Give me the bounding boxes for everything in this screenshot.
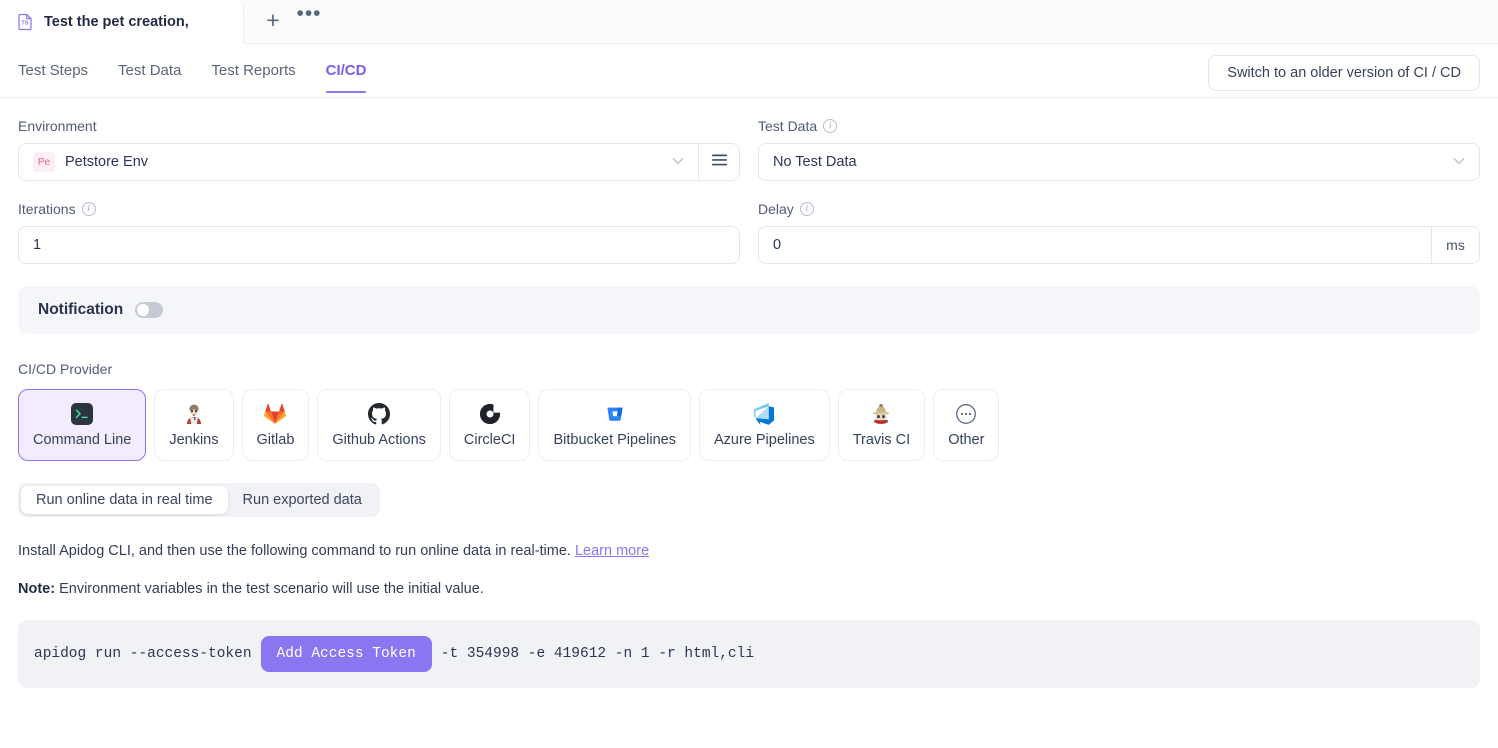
delay-input[interactable]: 0: [759, 227, 1431, 263]
row-environment-testdata: Environment Pe Petstore Env Test Data i …: [18, 98, 1480, 181]
provider-circleci[interactable]: CircleCI: [448, 389, 531, 461]
ellipsis-circle-icon: [955, 403, 977, 425]
learn-more-link[interactable]: Learn more: [575, 543, 649, 559]
browser-tab-bar: TS Test the pet creation, + •••: [0, 0, 1498, 44]
iterations-label-text: Iterations: [18, 201, 76, 217]
environment-select[interactable]: Pe Petstore Env: [18, 143, 740, 181]
environment-label: Environment: [18, 118, 740, 134]
testdata-select-display[interactable]: No Test Data: [759, 144, 1479, 180]
provider-command-line[interactable]: Command Line: [18, 389, 147, 461]
provider-label: Command Line: [33, 431, 132, 448]
cicd-provider-list: Command Line Jenkins Gitlab Github Actio…: [18, 389, 1480, 461]
azure-devops-icon: [753, 402, 775, 425]
delay-field-group: Delay i 0 ms: [758, 181, 1480, 264]
bitbucket-icon: [604, 403, 626, 425]
toggle-knob: [137, 304, 150, 316]
github-octocat-icon: [368, 402, 391, 425]
segment-run-online-realtime[interactable]: Run online data in real time: [21, 486, 228, 514]
new-tab-button[interactable]: +: [258, 5, 288, 35]
cicd-provider-label: CI/CD Provider: [18, 361, 113, 377]
provider-other[interactable]: Other: [933, 389, 1000, 461]
provider-label: CircleCI: [463, 431, 516, 448]
notification-toggle[interactable]: [135, 302, 164, 318]
ellipsis-icon: •••: [296, 1, 322, 25]
provider-jenkins[interactable]: Jenkins: [154, 389, 234, 461]
tab-more-button[interactable]: •••: [294, 1, 324, 35]
chevron-down-icon: [1453, 156, 1467, 168]
delay-input-wrap[interactable]: 0 ms: [758, 226, 1480, 264]
provider-azure-pipelines[interactable]: Azure Pipelines: [698, 389, 830, 461]
jenkins-butler-icon: [183, 403, 205, 425]
environment-value: Petstore Env: [65, 154, 149, 170]
provider-label: Jenkins: [169, 431, 219, 448]
add-access-token-button[interactable]: Add Access Token: [260, 636, 432, 672]
document-tab-title: Test the pet creation,: [44, 13, 189, 30]
info-icon[interactable]: i: [799, 202, 814, 216]
segment-run-exported-data[interactable]: Run exported data: [228, 486, 377, 514]
command-suffix: -t 354998 -e 419612 -n 1 -r html,cli: [440, 646, 755, 662]
testdata-label: Test Data i: [758, 118, 1480, 134]
info-icon[interactable]: i: [823, 119, 838, 133]
document-tab[interactable]: TS Test the pet creation,: [0, 0, 244, 44]
tab-actions: + •••: [244, 1, 332, 44]
testdata-value: No Test Data: [773, 154, 857, 170]
environment-note: Note: Environment variables in the test …: [18, 581, 1480, 597]
cli-description-text: Install Apidog CLI, and then use the fol…: [18, 543, 571, 559]
environment-label-text: Environment: [18, 118, 97, 134]
iterations-label: Iterations i: [18, 201, 740, 217]
svg-text:TS: TS: [21, 21, 29, 27]
delay-label: Delay i: [758, 201, 1480, 217]
row-iterations-delay: Iterations i 1 Delay i 0 ms: [18, 181, 1480, 264]
testdata-select[interactable]: No Test Data: [758, 143, 1480, 181]
run-mode-segmented-control: Run online data in real time Run exporte…: [18, 483, 380, 517]
environment-badge: Pe: [33, 152, 55, 172]
environment-select-display[interactable]: Pe Petstore Env: [19, 144, 698, 180]
environment-manage-button[interactable]: [698, 144, 739, 180]
provider-bitbucket-pipelines[interactable]: Bitbucket Pipelines: [538, 389, 691, 461]
provider-travis-ci[interactable]: Travis CI: [837, 389, 926, 461]
tab-test-data[interactable]: Test Data: [118, 62, 181, 93]
provider-github-actions[interactable]: Github Actions: [317, 389, 441, 461]
hamburger-menu-icon: [711, 153, 727, 171]
note-prefix: Note:: [18, 581, 56, 597]
note-text: Environment variables in the test scenar…: [55, 581, 484, 597]
provider-label: Travis CI: [852, 431, 911, 448]
test-scenario-ts-icon: TS: [16, 12, 35, 31]
chevron-down-icon: [672, 156, 686, 168]
cicd-panel: Environment Pe Petstore Env Test Data i …: [0, 98, 1498, 688]
delay-label-text: Delay: [758, 201, 794, 217]
delay-unit-label: ms: [1431, 227, 1479, 263]
testdata-field-group: Test Data i No Test Data: [758, 98, 1480, 181]
provider-gitlab[interactable]: Gitlab: [241, 389, 310, 461]
tab-ci-cd[interactable]: CI/CD: [325, 62, 366, 93]
tab-test-steps[interactable]: Test Steps: [18, 62, 88, 93]
iterations-field-group: Iterations i 1: [18, 181, 740, 264]
notification-panel: Notification: [18, 286, 1480, 334]
info-icon[interactable]: i: [81, 202, 96, 216]
gitlab-fox-icon: [264, 403, 287, 425]
command-prefix: apidog run --access-token: [34, 646, 252, 662]
switch-older-version-button[interactable]: Switch to an older version of CI / CD: [1208, 55, 1480, 91]
cli-command-box[interactable]: apidog run --access-token Add Access Tok…: [18, 620, 1480, 688]
provider-label: Github Actions: [332, 431, 426, 448]
tab-test-reports[interactable]: Test Reports: [211, 62, 295, 93]
cli-description: Install Apidog CLI, and then use the fol…: [18, 543, 1480, 559]
circleci-icon: [479, 402, 501, 425]
testdata-label-text: Test Data: [758, 118, 818, 134]
provider-label: Gitlab: [256, 431, 295, 448]
environment-field-group: Environment Pe Petstore Env: [18, 98, 740, 181]
iterations-input-wrap[interactable]: 1: [18, 226, 740, 264]
iterations-input[interactable]: 1: [19, 227, 739, 263]
terminal-icon: [71, 402, 94, 425]
scenario-tab-nav: Test Steps Test Data Test Reports CI/CD …: [0, 44, 1498, 98]
notification-title: Notification: [38, 301, 124, 318]
travis-ci-icon: [870, 403, 892, 425]
provider-label: Other: [948, 431, 985, 448]
plus-icon: +: [266, 6, 280, 33]
provider-label: Bitbucket Pipelines: [553, 431, 676, 448]
provider-label: Azure Pipelines: [713, 431, 815, 448]
